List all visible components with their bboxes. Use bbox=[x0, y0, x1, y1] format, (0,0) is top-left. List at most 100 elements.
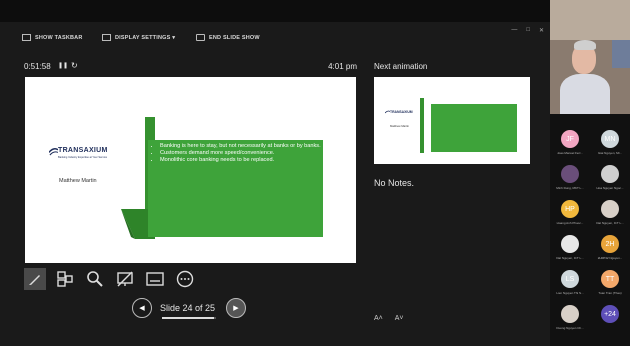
participant-tile[interactable]: JF Joao Manuel Ferr... bbox=[550, 128, 590, 166]
speaker-video[interactable] bbox=[550, 0, 630, 114]
participant-name: Minh Dung, MKT L... bbox=[556, 186, 584, 190]
more-icon bbox=[176, 270, 194, 288]
participant-name: Hoang Anh Phuoc... bbox=[556, 221, 584, 225]
avatar: LS bbox=[561, 270, 579, 288]
zoom-button[interactable] bbox=[84, 268, 106, 290]
avatar bbox=[601, 165, 619, 183]
slide-counter[interactable]: Slide 24 of 25 bbox=[160, 303, 215, 313]
end-show-icon bbox=[196, 34, 205, 41]
show-taskbar-label: SHOW TASKBAR bbox=[35, 34, 83, 41]
more-options-button[interactable] bbox=[174, 268, 196, 290]
end-slide-show-button[interactable]: END SLIDE SHOW bbox=[196, 34, 260, 41]
pen-tool-button[interactable] bbox=[24, 268, 46, 290]
video-background bbox=[550, 0, 630, 40]
presenter-toolbar: SHOW TASKBAR DISPLAY SETTINGS ▾ END SLID… bbox=[0, 30, 550, 48]
avatar: TT bbox=[601, 270, 619, 288]
window-controls: — □ ✕ bbox=[511, 27, 544, 34]
logo-text: TRANSAXIUM bbox=[58, 147, 108, 154]
avatar: HP bbox=[561, 200, 579, 218]
avatar bbox=[561, 305, 579, 323]
participant-name: 2H0P32 Nguyen... bbox=[597, 256, 623, 260]
taskbar-icon bbox=[22, 34, 31, 41]
participant-tile[interactable]: MN Giai Nguyen, MI... bbox=[590, 128, 630, 166]
participant-tile[interactable]: HP Hoang Anh Phuoc... bbox=[550, 198, 590, 236]
slide-progress-bar bbox=[162, 317, 216, 319]
display-settings-icon bbox=[102, 34, 111, 41]
subtitles-icon bbox=[146, 272, 164, 286]
participant-tile[interactable]: Duong Nguyen Ch... bbox=[550, 303, 590, 341]
avatar: JF bbox=[561, 130, 579, 148]
participant-name: Dat Nguyen, ICT L... bbox=[556, 256, 584, 260]
bullet-list: Banking is here to stay, but not necessa… bbox=[153, 143, 325, 163]
avatar bbox=[561, 165, 579, 183]
presenter-view: SHOW TASKBAR DISPLAY SETTINGS ▾ END SLID… bbox=[0, 0, 550, 346]
pause-timer-icon[interactable]: ❚❚ bbox=[58, 62, 68, 69]
avatar: +24 bbox=[601, 305, 619, 323]
transaxium-logo-icon bbox=[49, 148, 58, 156]
elapsed-timer: 0:51:58 bbox=[24, 62, 51, 71]
avatar bbox=[561, 235, 579, 253]
black-screen-button[interactable] bbox=[114, 268, 136, 290]
timer-row: 0:51:58 ❚❚ ↻ 4:01 pm bbox=[24, 61, 357, 76]
participant-tile[interactable]: LS Lien Nguyen Thi S... bbox=[550, 268, 590, 306]
bullet-item: Banking is here to stay, but not necessa… bbox=[160, 143, 325, 150]
participant-name: Dat Nguyen, ICT L... bbox=[596, 221, 624, 225]
previous-slide-button[interactable]: ◀ bbox=[132, 298, 152, 318]
next-arrow-icon: ▶ bbox=[233, 305, 239, 312]
participant-tile[interactable]: +24 bbox=[590, 303, 630, 341]
previous-arrow-icon: ◀ bbox=[139, 305, 145, 312]
participants-panel: JF Joao Manuel Ferr... MN Giai Nguyen, MI..… bbox=[550, 0, 630, 346]
logo-subtitle: Banking Industry Expertise at Your Servi… bbox=[58, 156, 108, 159]
current-slide[interactable]: TRANSAXIUM Banking Industry Expertise at… bbox=[25, 77, 356, 263]
slide-navigation: ◀ Slide 24 of 25 ▶ bbox=[132, 298, 252, 322]
participant-tile[interactable]: TT Tuan Tran (Thao) bbox=[590, 268, 630, 306]
slide-tools bbox=[24, 268, 196, 290]
maximize-button[interactable]: □ bbox=[526, 27, 530, 34]
participant-name: Duong Nguyen Ch... bbox=[556, 326, 584, 330]
next-presenter-name: Matthew Martin bbox=[390, 124, 410, 128]
subtitles-button[interactable] bbox=[144, 268, 166, 290]
participant-name: Giai Nguyen, MI... bbox=[597, 151, 622, 155]
clock: 4:01 pm bbox=[328, 62, 357, 71]
bullet-item: Customers demand more speed/convenience. bbox=[160, 150, 325, 157]
next-animation-label: Next animation bbox=[374, 62, 428, 71]
black-screen-icon bbox=[117, 271, 133, 287]
avatar: 2H bbox=[601, 235, 619, 253]
participant-tile[interactable]: Dat Nguyen, ICT L... bbox=[550, 233, 590, 271]
participant-tile[interactable]: Hoa Nguyen Ngoc... bbox=[590, 163, 630, 201]
participant-name: Joao Manuel Ferr... bbox=[557, 151, 583, 155]
slide-progress-fill bbox=[162, 317, 214, 319]
pen-icon bbox=[29, 275, 40, 285]
next-logo-text: TRANSAXIUM bbox=[390, 110, 413, 114]
speaker-shirt bbox=[560, 74, 610, 114]
next-slide-button[interactable]: ▶ bbox=[226, 298, 246, 318]
next-slide-preview[interactable]: TRANSAXIUM Matthew Martin bbox=[374, 77, 530, 164]
bullet-item: Monolithic core banking needs to be repl… bbox=[160, 157, 325, 164]
participant-tile[interactable]: 2H 2H0P32 Nguyen... bbox=[590, 233, 630, 271]
reset-timer-icon[interactable]: ↻ bbox=[71, 61, 78, 70]
close-button[interactable]: ✕ bbox=[539, 27, 544, 34]
show-taskbar-button[interactable]: SHOW TASKBAR bbox=[22, 34, 83, 41]
decrease-font-button[interactable]: A˅ bbox=[395, 315, 404, 322]
next-ribbon-shape bbox=[420, 98, 424, 153]
magnifier-icon bbox=[87, 271, 103, 287]
participant-tile[interactable]: Dat Nguyen, ICT L... bbox=[590, 198, 630, 236]
participant-name: Hoa Nguyen Ngoc... bbox=[596, 186, 624, 190]
increase-font-button[interactable]: A˄ bbox=[374, 315, 383, 322]
speaker-notes: No Notes. bbox=[374, 178, 415, 188]
next-bullet-box bbox=[431, 104, 517, 152]
display-settings-label: DISPLAY SETTINGS ▾ bbox=[115, 34, 176, 41]
presenter-name: Matthew Martin bbox=[59, 178, 97, 184]
participant-tile[interactable]: Minh Dung, MKT L... bbox=[550, 163, 590, 201]
participant-name: Lien Nguyen Thi S... bbox=[556, 291, 584, 295]
minimize-button[interactable]: — bbox=[511, 27, 517, 34]
window-titlebar bbox=[0, 0, 550, 22]
speaker-hair bbox=[574, 40, 596, 50]
see-all-slides-button[interactable] bbox=[54, 268, 76, 290]
avatar bbox=[601, 200, 619, 218]
end-slide-show-label: END SLIDE SHOW bbox=[209, 34, 260, 41]
notes-font-controls: A˄ A˅ bbox=[374, 315, 404, 322]
display-settings-button[interactable]: DISPLAY SETTINGS ▾ bbox=[102, 34, 175, 41]
video-wall-poster bbox=[612, 40, 630, 68]
participant-name: Tuan Tran (Thao) bbox=[598, 291, 622, 295]
